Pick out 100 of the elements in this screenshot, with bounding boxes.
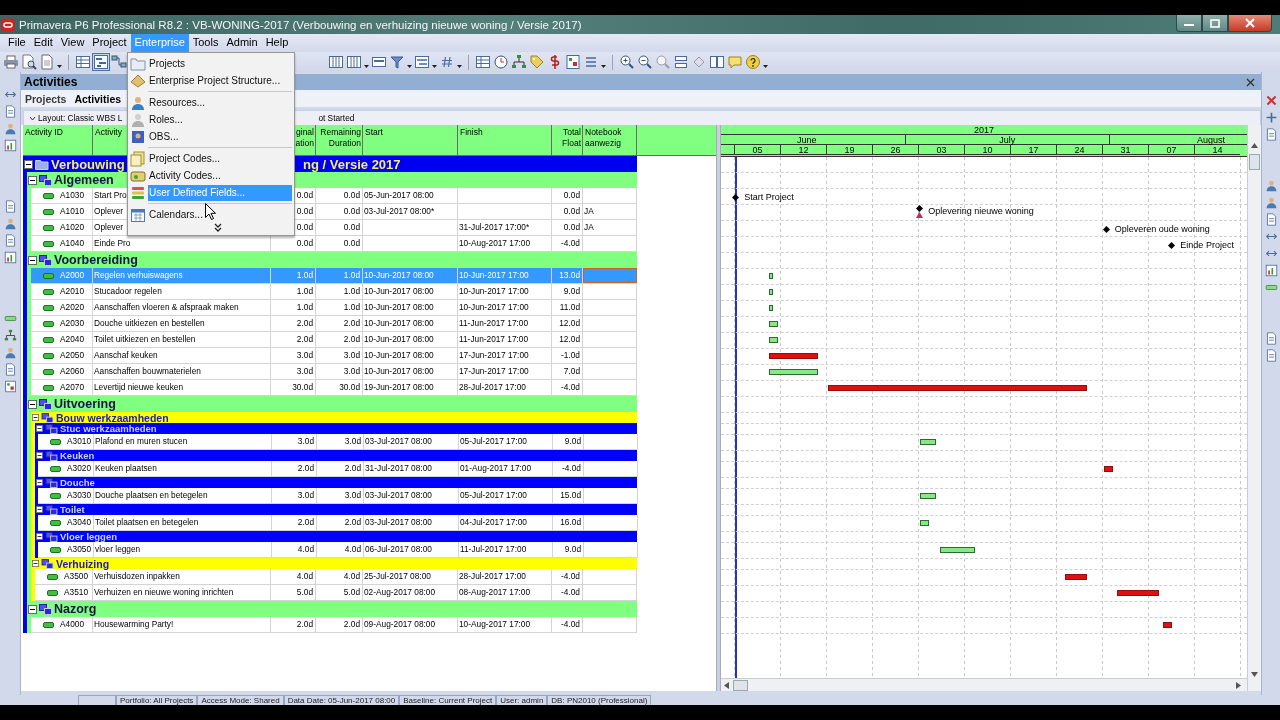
document-icon[interactable] bbox=[3, 234, 17, 247]
menu-item[interactable]: Calendars... bbox=[148, 206, 292, 223]
week-label: 24 bbox=[1056, 145, 1102, 155]
close-button[interactable] bbox=[1228, 15, 1272, 32]
document-icon[interactable] bbox=[1264, 332, 1278, 345]
menu-item[interactable]: File bbox=[4, 34, 30, 52]
scroll-left-icon[interactable] bbox=[724, 681, 729, 689]
table-icon[interactable] bbox=[75, 54, 91, 70]
minimize-button[interactable] bbox=[1176, 15, 1202, 32]
activity-id: A2020 bbox=[60, 301, 84, 314]
hash-icon[interactable] bbox=[439, 54, 455, 70]
split-icon[interactable] bbox=[709, 54, 725, 70]
document-icon[interactable] bbox=[3, 200, 17, 213]
columns-icon[interactable] bbox=[328, 54, 344, 70]
scroll-down-icon[interactable] bbox=[1251, 672, 1258, 677]
group-icon[interactable] bbox=[414, 54, 430, 70]
collapse-icon[interactable] bbox=[36, 532, 43, 541]
network-icon[interactable] bbox=[111, 54, 127, 70]
menu-item[interactable]: Tools bbox=[188, 34, 223, 52]
collapse-icon[interactable] bbox=[36, 424, 43, 433]
collapse-icon[interactable] bbox=[24, 159, 33, 169]
activity-icon bbox=[47, 573, 58, 580]
gantt-icon[interactable] bbox=[93, 54, 109, 70]
print-preview-icon[interactable] bbox=[21, 54, 37, 70]
chevron-down-icon[interactable] bbox=[214, 223, 222, 232]
chart-icon[interactable] bbox=[3, 139, 17, 152]
wbs-label: Algemeen bbox=[54, 173, 114, 187]
report-icon[interactable] bbox=[3, 380, 17, 393]
printer-icon[interactable] bbox=[3, 54, 19, 70]
zoom-out-icon[interactable] bbox=[637, 54, 653, 70]
report-icon[interactable] bbox=[565, 54, 581, 70]
collapse-icon[interactable] bbox=[36, 478, 43, 487]
menu-item[interactable]: Activity Codes... bbox=[148, 167, 292, 184]
table-cell: Regelen verhuiswagens bbox=[93, 268, 271, 283]
chart-icon[interactable] bbox=[3, 251, 17, 264]
month-label: June bbox=[721, 135, 905, 145]
person-icon[interactable] bbox=[3, 217, 17, 230]
tab[interactable]: Activities bbox=[72, 92, 124, 105]
hierarchy-icon[interactable] bbox=[511, 54, 527, 70]
collapse-icon[interactable] bbox=[32, 559, 39, 568]
close-icon[interactable] bbox=[1246, 77, 1255, 87]
person-icon[interactable] bbox=[3, 122, 17, 135]
collapse-icon[interactable] bbox=[28, 399, 37, 409]
menu-item[interactable]: Enterprise Project Structure... bbox=[148, 72, 292, 89]
hierarchy-icon[interactable] bbox=[3, 329, 17, 342]
clock-icon[interactable] bbox=[493, 54, 509, 70]
wbs-label: Verhuizing bbox=[56, 557, 110, 570]
person-icon[interactable] bbox=[1264, 196, 1278, 209]
table-cell: JA bbox=[583, 204, 637, 219]
layout-name[interactable]: Layout: Classic WBS L bbox=[38, 113, 123, 123]
maximize-button[interactable] bbox=[1202, 15, 1228, 32]
pyramid-icon bbox=[130, 72, 146, 89]
menu-item[interactable]: Help bbox=[261, 34, 293, 52]
scroll-right-icon[interactable] bbox=[1236, 681, 1241, 689]
zoom-in-icon[interactable] bbox=[619, 54, 635, 70]
menu-item[interactable]: Project bbox=[88, 34, 131, 52]
menu-item[interactable]: Resources... bbox=[148, 94, 292, 111]
chart-icon[interactable] bbox=[1264, 264, 1278, 277]
document-icon[interactable] bbox=[1264, 128, 1278, 141]
filter-icon[interactable] bbox=[389, 54, 405, 70]
close-icon[interactable] bbox=[1264, 94, 1278, 107]
menu-item[interactable]: View bbox=[56, 34, 89, 52]
table-icon[interactable] bbox=[475, 54, 491, 70]
table-cell: -4.0d bbox=[552, 236, 583, 251]
week-label: 17 bbox=[1010, 145, 1056, 155]
scroll-up-icon[interactable] bbox=[1251, 143, 1258, 148]
rows-icon[interactable] bbox=[673, 54, 689, 70]
menu-item[interactable]: Projects bbox=[148, 55, 292, 72]
scroll-thumb[interactable] bbox=[1249, 154, 1260, 170]
document-icon[interactable] bbox=[3, 105, 17, 118]
layout-icon[interactable] bbox=[371, 54, 387, 70]
collapse-icon[interactable] bbox=[28, 604, 37, 614]
menu-item[interactable]: Roles... bbox=[148, 111, 292, 128]
menu-item[interactable]: Admin bbox=[222, 34, 262, 52]
collapse-icon[interactable] bbox=[28, 255, 37, 265]
person-icon[interactable] bbox=[3, 346, 17, 359]
document-icon[interactable] bbox=[1264, 213, 1278, 226]
help-icon[interactable] bbox=[745, 54, 761, 70]
table-cell: 10-Jun-2017 08:00 bbox=[363, 332, 458, 347]
columns-icon[interactable] bbox=[346, 54, 362, 70]
week-label: 26 bbox=[872, 145, 918, 155]
table-cell: 10-Jun-2017 17:00 bbox=[458, 284, 552, 299]
collapse-icon[interactable] bbox=[36, 505, 43, 514]
collapse-icon[interactable] bbox=[36, 451, 43, 460]
window-title: Primavera P6 Professional R8.2 : VB-WONING-2017 (Verbouwing en verhuizing nieuwe woning / Versie 2017) bbox=[19, 18, 582, 31]
scroll-thumb[interactable] bbox=[733, 679, 748, 691]
plus-icon[interactable] bbox=[1264, 111, 1278, 124]
collapse-icon[interactable] bbox=[32, 413, 39, 422]
tag-icon[interactable] bbox=[529, 54, 545, 70]
table-cell: 0.0d bbox=[552, 188, 583, 203]
wbs-label: Vloer leggen bbox=[60, 531, 117, 542]
document-icon[interactable] bbox=[1264, 349, 1278, 362]
tab[interactable]: Projects bbox=[23, 92, 69, 105]
activity-icon bbox=[50, 438, 61, 445]
person-icon[interactable] bbox=[1264, 179, 1278, 192]
menu-item[interactable]: Edit bbox=[29, 34, 57, 52]
table-cell: 10-Jun-2017 17:00 bbox=[458, 300, 552, 315]
table-cell: 17-Jun-2017 17:00 bbox=[458, 348, 552, 363]
collapse-icon[interactable] bbox=[28, 175, 37, 185]
document-icon[interactable] bbox=[3, 363, 17, 376]
